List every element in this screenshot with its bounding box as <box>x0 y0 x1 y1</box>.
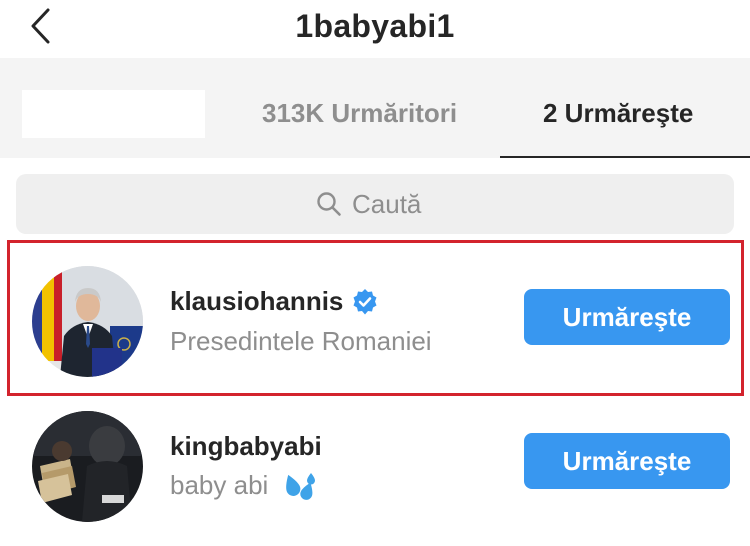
avatar[interactable] <box>32 411 143 522</box>
search-input[interactable] <box>352 188 434 220</box>
droplets-icon <box>285 473 315 501</box>
blank-tab-area <box>22 90 205 138</box>
tab-followers[interactable]: 313K Urmăritori <box>262 98 457 129</box>
profile-photo <box>32 411 143 522</box>
user-subtitle: Presedintele Romaniei <box>170 326 432 356</box>
tab-bar: 313K Urmăritori 2 Urmăreşte <box>0 58 750 158</box>
avatar[interactable] <box>32 266 143 377</box>
top-bar: 1babyabi1 <box>0 0 750 58</box>
search-box[interactable] <box>16 174 734 234</box>
username[interactable]: klausiohannis <box>170 286 379 317</box>
follow-button[interactable]: Urmăreşte <box>524 433 730 489</box>
username-text: kingbabyabi <box>170 431 322 461</box>
verified-badge-icon <box>353 288 377 314</box>
page-title: 1babyabi1 <box>295 8 455 44</box>
follow-button[interactable]: Urmăreşte <box>524 289 730 345</box>
profile-photo <box>32 266 143 377</box>
username[interactable]: kingbabyabi <box>170 431 322 462</box>
username-text: klausiohannis <box>170 286 344 316</box>
list-item[interactable]: klausiohannis Presedintele Romaniei Urmă… <box>0 238 750 378</box>
user-subtitle: baby abi <box>170 470 318 502</box>
list-item[interactable]: kingbabyabi baby abi Urmăreşte <box>0 398 750 538</box>
user-subtitle-text: baby abi <box>170 470 269 500</box>
search-bar <box>0 158 750 238</box>
search-icon <box>317 192 341 216</box>
tab-following[interactable]: 2 Urmăreşte <box>543 98 693 129</box>
